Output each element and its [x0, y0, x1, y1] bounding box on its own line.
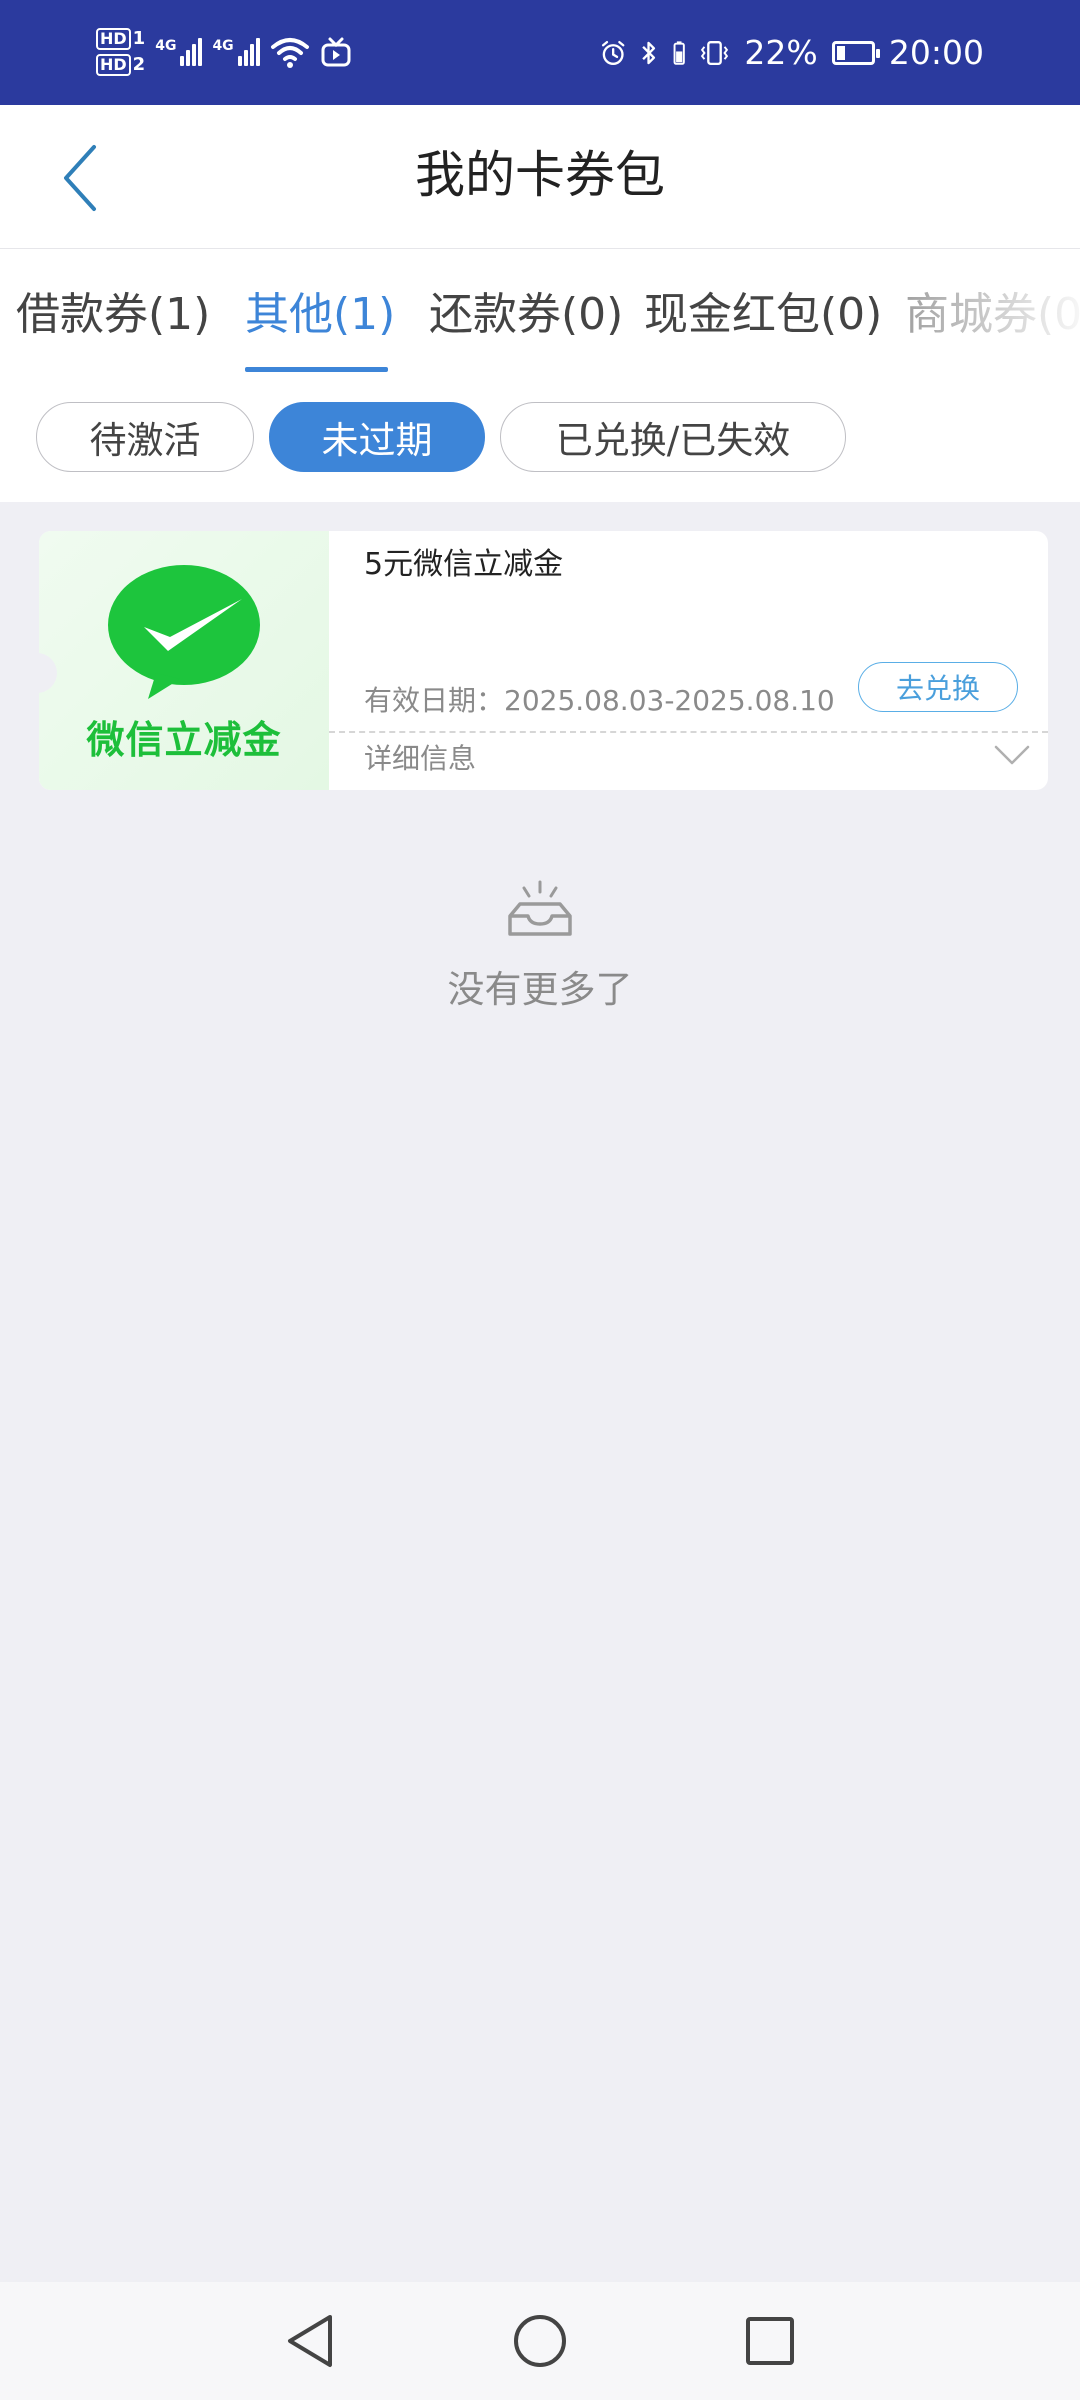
- battery-icon: [831, 41, 881, 65]
- clock: 20:00: [888, 33, 984, 72]
- tab-mall-coupon[interactable]: 商城券(0: [905, 287, 1080, 343]
- coupon-card[interactable]: 微信立减金 5元微信立减金 有效日期：2025.08.03-2025.08.10…: [39, 531, 1048, 790]
- sim-number: 2: [132, 54, 146, 75]
- hd-label: HD: [96, 54, 131, 76]
- active-tab-underline: [245, 367, 388, 372]
- vibrate-icon: [701, 40, 729, 66]
- app-header: 我的卡券包: [0, 105, 1080, 249]
- bluetooth-icon: [642, 41, 656, 65]
- category-tabs: 借款券(1) 其他(1) 还款券(0) 现金红包(0) 商城券(0: [0, 249, 1080, 379]
- network-type-label: 4G: [155, 38, 177, 54]
- nav-home-button[interactable]: [508, 2309, 572, 2373]
- chevron-down-icon[interactable]: [994, 744, 1030, 766]
- nav-back-button[interactable]: [278, 2309, 342, 2373]
- square-recents-icon: [746, 2317, 794, 2365]
- battery-percent: 22%: [744, 33, 818, 72]
- hd-indicators: HD 1 HD 2: [96, 28, 145, 76]
- status-bar-right: 22% 20:00: [600, 28, 1080, 78]
- empty-state-text: 没有更多了: [447, 968, 633, 1011]
- wifi-icon: [270, 38, 309, 68]
- hd-indicator-1: HD 1: [96, 28, 145, 50]
- filter-not-expired[interactable]: 未过期: [269, 402, 485, 472]
- hd-indicator-2: HD 2: [96, 54, 145, 76]
- coupon-brand-panel: 微信立减金: [39, 531, 329, 790]
- status-bar-left: HD 1 HD 2 4G 4G: [96, 22, 352, 82]
- tab-cash-redpacket[interactable]: 现金红包(0): [644, 287, 882, 343]
- alarm-icon: [601, 40, 625, 66]
- battery-small-icon: [673, 41, 685, 65]
- triangle-back-icon: [288, 2315, 332, 2367]
- filter-pending-activation[interactable]: 待激活: [36, 402, 254, 472]
- tab-other[interactable]: 其他(1): [245, 287, 395, 343]
- status-bar: HD 1 HD 2 4G 4G 22% 20:00: [0, 0, 1080, 105]
- nav-recents-button[interactable]: [738, 2309, 802, 2373]
- filter-redeemed-expired[interactable]: 已兑换/已失效: [500, 402, 846, 472]
- sim-number: 1: [132, 28, 146, 49]
- signal-icon-1: 4G: [155, 38, 203, 66]
- empty-tray-icon: [508, 880, 572, 936]
- details-toggle-label[interactable]: 详细信息: [364, 739, 476, 779]
- circle-home-icon: [514, 2315, 566, 2367]
- page-title: 我的卡券包: [415, 146, 665, 204]
- hd-label: HD: [96, 28, 131, 50]
- signal-icon-2: 4G: [212, 38, 260, 66]
- tab-repay-coupon[interactable]: 还款券(0): [429, 287, 623, 343]
- network-type-label: 4G: [212, 38, 234, 54]
- tab-loan-coupon[interactable]: 借款券(1): [16, 287, 210, 343]
- coupon-title: 5元微信立减金: [364, 547, 564, 582]
- tv-icon: [321, 37, 351, 67]
- battery-level: [836, 46, 845, 60]
- wechat-pay-logo-icon: [108, 565, 260, 699]
- coupon-divider: [329, 731, 1048, 733]
- redeem-button[interactable]: 去兑换: [858, 662, 1018, 712]
- system-nav-bar: [0, 2282, 1080, 2400]
- status-filters: 待激活 未过期 已兑换/已失效: [0, 379, 1080, 502]
- coupon-brand-text: 微信立减金: [86, 718, 282, 762]
- coupon-validity: 有效日期：2025.08.03-2025.08.10: [364, 684, 835, 717]
